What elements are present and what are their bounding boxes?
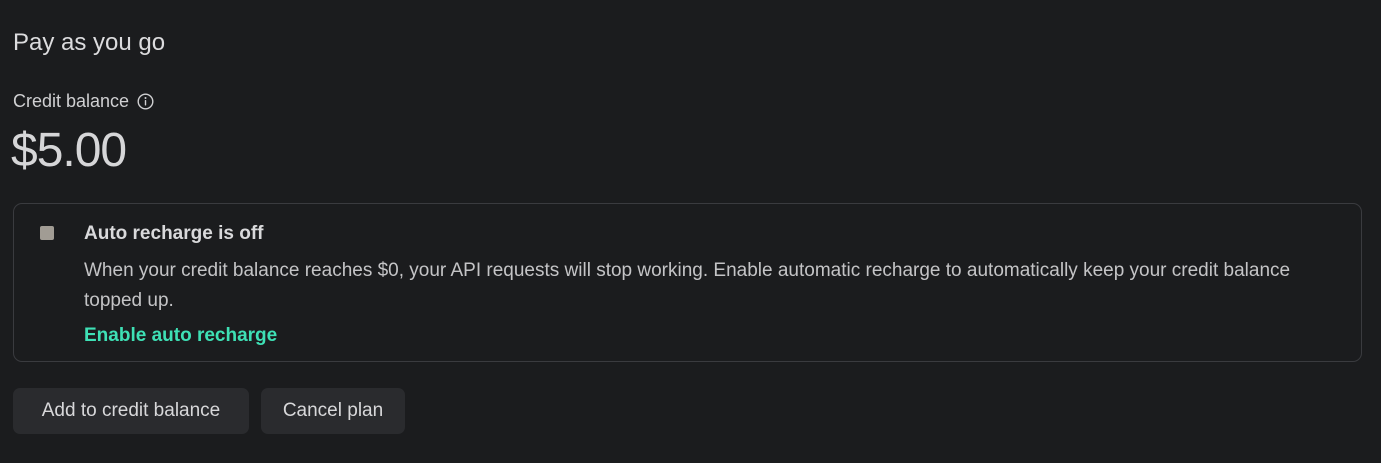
auto-recharge-title: Auto recharge is off <box>84 223 264 244</box>
page-title: Pay as you go <box>13 29 166 56</box>
auto-recharge-description: When your credit balance reaches $0, you… <box>84 260 1291 311</box>
credit-balance-label: Credit balance <box>13 91 130 111</box>
credit-balance-amount: $5.00 <box>11 124 127 177</box>
auto-recharge-panel: Auto recharge is off When your credit ba… <box>13 203 1362 362</box>
enable-auto-recharge-link[interactable]: Enable auto recharge <box>84 323 277 349</box>
square-status-icon <box>40 226 54 240</box>
pay-as-you-go-page: Pay as you go Credit balance $5.00 Auto … <box>0 0 1381 463</box>
credit-balance-header: Credit balance <box>13 89 154 113</box>
add-to-credit-balance-button[interactable]: Add to credit balance <box>13 388 249 434</box>
info-icon[interactable] <box>136 92 154 110</box>
cancel-plan-button[interactable]: Cancel plan <box>261 388 405 434</box>
